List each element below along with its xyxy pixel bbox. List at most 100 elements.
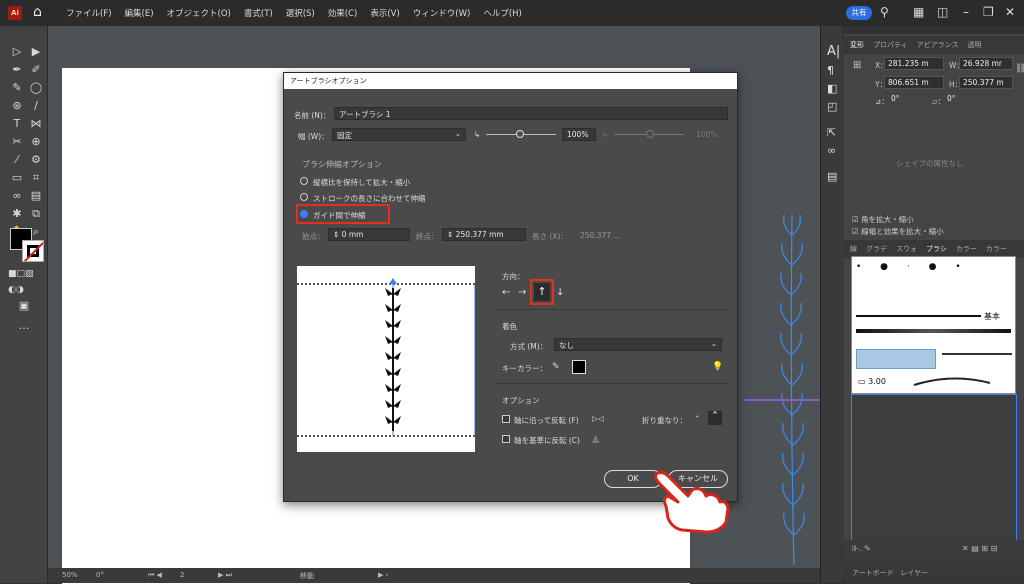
tab-transform[interactable]: 変形 — [850, 40, 864, 50]
character-panel-icon[interactable]: A| — [827, 44, 840, 59]
direction-down-icon[interactable]: ↓ — [556, 287, 564, 298]
brush-library-icon[interactable]: ⊪. ✎ — [852, 544, 871, 553]
tab-stroke[interactable]: 線 — [850, 244, 857, 254]
tab-gradient[interactable]: グラデ — [866, 244, 887, 254]
ellipse-tool-icon[interactable]: ◯ — [28, 80, 44, 96]
export-icon[interactable]: ⇱ — [827, 126, 836, 139]
tab-layers[interactable]: レイヤー — [900, 569, 928, 577]
selection-tool-icon[interactable]: ▷ — [9, 44, 25, 60]
tab-color-guide[interactable]: カラー — [986, 244, 1007, 254]
status-arrow-icon[interactable]: ▶ ‹ — [378, 571, 388, 579]
align-icon[interactable]: ▤ — [827, 170, 837, 183]
link-proportions-icon[interactable]: ⛓ — [1015, 64, 1024, 74]
tips-icon[interactable]: 💡 — [712, 362, 723, 372]
h-field[interactable]: 250.377 m — [959, 76, 1013, 89]
overlap-icon-1[interactable]: ⌃ — [694, 414, 700, 423]
y-field[interactable]: 806.651 m — [884, 76, 944, 89]
artboard-tool-icon[interactable]: ⧉ — [28, 206, 44, 222]
flip-along-checkbox[interactable] — [502, 415, 510, 423]
x-field[interactable]: 281.235 m — [884, 57, 944, 70]
blend-tool-icon[interactable]: ∞ — [9, 188, 25, 204]
tab-swatches[interactable]: スウォ — [896, 244, 917, 254]
width-percent-field[interactable]: 100% — [562, 128, 596, 141]
symbol-sprayer-icon[interactable]: ⚙ — [28, 152, 44, 168]
start-field[interactable]: ⇕ 0 mm — [328, 228, 410, 241]
menu-view[interactable]: 表示(V) — [370, 7, 399, 19]
menu-help[interactable]: ヘルプ(H) — [483, 7, 522, 19]
art-brush-selected[interactable] — [856, 349, 936, 369]
direction-left-icon[interactable]: ← — [502, 287, 510, 298]
minimize-icon[interactable]: – — [963, 5, 969, 19]
direction-right-icon[interactable]: → — [518, 287, 526, 298]
rotate-tool-icon[interactable]: ⊛ — [9, 98, 25, 114]
graph-tool-icon[interactable]: ▤ — [28, 188, 44, 204]
search-icon[interactable]: ⚲ — [880, 5, 889, 19]
scissors-tool-icon[interactable]: ✂ — [9, 134, 25, 150]
zoom-level[interactable]: 50% — [62, 571, 78, 579]
width-tool-icon[interactable]: ⋈ — [28, 116, 44, 132]
name-input[interactable]: アートブラシ 1 — [334, 107, 728, 120]
brushes-library[interactable]: • ● · ● • 基本 ▭ 3.00 — [851, 256, 1016, 394]
radio-proportional[interactable] — [300, 177, 308, 185]
shape-builder-icon[interactable]: ⊕ — [28, 134, 44, 150]
eyedropper-icon[interactable]: ⁄ — [9, 152, 25, 168]
key-color-swatch[interactable] — [572, 360, 586, 374]
restore-icon[interactable]: ❐ — [983, 5, 994, 19]
pen-tool-icon[interactable]: ✒ — [9, 62, 25, 78]
rotate-view[interactable]: 0° — [96, 571, 104, 579]
type-tool-icon[interactable]: T — [9, 116, 25, 132]
menu-window[interactable]: ウィンドウ(W) — [413, 7, 471, 19]
mesh-tool-icon[interactable]: ⌗ — [28, 170, 44, 186]
overlap-icon-2[interactable]: ⌃ — [708, 411, 722, 425]
menu-type[interactable]: 書式(T) — [244, 7, 273, 19]
pencil-tool-icon[interactable]: ∕ — [28, 98, 44, 114]
draw-mode-icons[interactable]: ◐◑ — [8, 282, 24, 298]
menu-select[interactable]: 選択(S) — [286, 7, 315, 19]
workspace-icon[interactable]: ▦ — [913, 5, 924, 19]
screen-mode-icon[interactable]: ▣ — [16, 298, 32, 314]
next-page-icon[interactable]: ▶ ⏭ — [218, 571, 232, 580]
end-field[interactable]: ⇕ 250.377 mm — [442, 228, 526, 241]
menu-effect[interactable]: 効果(C) — [328, 7, 358, 19]
calligraphic-brushes[interactable]: • ● · ● • — [856, 262, 969, 272]
tab-transparency[interactable]: 透明 — [967, 40, 981, 50]
color-mode-icons[interactable]: ■□▨ — [8, 266, 34, 282]
menu-file[interactable]: ファイル(F) — [66, 7, 112, 19]
angle-field[interactable]: 0° — [888, 93, 928, 106]
tab-brushes[interactable]: ブラシ — [926, 244, 947, 254]
tab-appearance[interactable]: アピアランス — [917, 40, 959, 50]
menu-edit[interactable]: 編集(E) — [125, 7, 154, 19]
close-icon[interactable]: ✕ — [1005, 5, 1015, 19]
basic-brush-line[interactable] — [856, 315, 981, 317]
links-icon[interactable]: ∞ — [827, 144, 836, 157]
art-brush-2[interactable] — [942, 353, 1012, 359]
flip-across-checkbox[interactable] — [502, 435, 510, 443]
tab-color[interactable]: カラー — [956, 244, 977, 254]
menu-object[interactable]: オブジェクト(O) — [167, 7, 231, 19]
scale-corners-check[interactable]: ☑ 角を拡大・縮小 — [852, 214, 914, 225]
eyedropper-icon[interactable]: ✎ — [552, 362, 560, 372]
gradient-tool-icon[interactable]: ▭ — [9, 170, 25, 186]
first-page-icon[interactable]: ⏮ ◀ — [148, 571, 162, 580]
width-select[interactable]: 固定 ⌄ — [332, 128, 466, 141]
radio-stretch-length[interactable] — [300, 193, 308, 201]
width-slider-knob[interactable] — [516, 130, 524, 138]
art-brush-1[interactable] — [856, 329, 1011, 333]
puppet-warp-icon[interactable]: ✱ — [9, 206, 25, 222]
tab-artboards[interactable]: アートボード — [852, 569, 894, 577]
paragraph-panel-icon[interactable]: ¶ — [827, 64, 834, 77]
layers-stack-icon[interactable]: ◧ — [827, 82, 837, 95]
brush-actions-icons[interactable]: ✕ ▤ ⊞ ⊟ — [962, 544, 997, 553]
stroke-swatch[interactable] — [22, 240, 44, 262]
shear-field[interactable]: 0° — [944, 93, 984, 106]
w-field[interactable]: 26.928 mr — [959, 57, 1013, 70]
artboard-number[interactable]: 2 — [180, 571, 184, 579]
arrange-icon[interactable]: ◫ — [937, 5, 948, 19]
curvature-tool-icon[interactable]: ✐ — [28, 62, 44, 78]
home-icon[interactable]: ⌂ — [33, 4, 42, 20]
more-tools-icon[interactable]: … — [16, 318, 32, 334]
method-select[interactable]: なし ⌄ — [554, 338, 722, 351]
direct-selection-tool-icon[interactable]: ▶ — [28, 44, 44, 60]
library-icon[interactable]: ◰ — [827, 100, 837, 113]
reference-point-icon[interactable]: ⊞ — [853, 60, 861, 71]
